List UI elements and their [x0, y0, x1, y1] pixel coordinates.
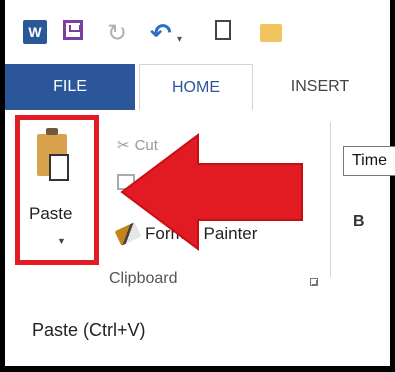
quick-access-toolbar: W ↻ ↶ ▾ — [5, 0, 390, 64]
paper-icon — [49, 154, 69, 181]
new-document-icon[interactable] — [215, 20, 231, 40]
tab-insert[interactable]: INSERT — [280, 64, 360, 110]
word-badge: W — [28, 24, 42, 40]
clipboard-group-label: Clipboard — [109, 270, 178, 287]
save-icon[interactable] — [63, 20, 83, 40]
bold-button[interactable]: B — [353, 213, 365, 231]
repeat-icon[interactable]: ↻ — [107, 20, 127, 47]
tab-home[interactable]: HOME — [139, 64, 253, 111]
font-name-field[interactable]: Time — [343, 146, 395, 176]
ribbon-tabs: FILE HOME INSERT — [5, 64, 390, 111]
undo-icon[interactable]: ↶ — [150, 18, 172, 48]
paste-dropdown-icon[interactable]: ▼ — [57, 236, 66, 246]
word-icon: W — [23, 20, 47, 44]
open-folder-icon[interactable] — [260, 24, 282, 42]
red-arrow-shape — [120, 133, 303, 251]
undo-dropdown-icon[interactable]: ▾ — [177, 26, 182, 52]
tooltip-panel: Paste (Ctrl+V) — [5, 300, 390, 366]
paste-button-label[interactable]: Paste — [29, 204, 72, 224]
clipboard-clip-icon — [46, 128, 58, 135]
red-arrow-annotation — [120, 133, 303, 251]
tab-file[interactable]: FILE — [5, 64, 135, 110]
group-separator — [330, 122, 331, 277]
dialog-launcher-icon[interactable] — [310, 278, 318, 286]
paste-tooltip-title: Paste (Ctrl+V) — [32, 320, 146, 340]
